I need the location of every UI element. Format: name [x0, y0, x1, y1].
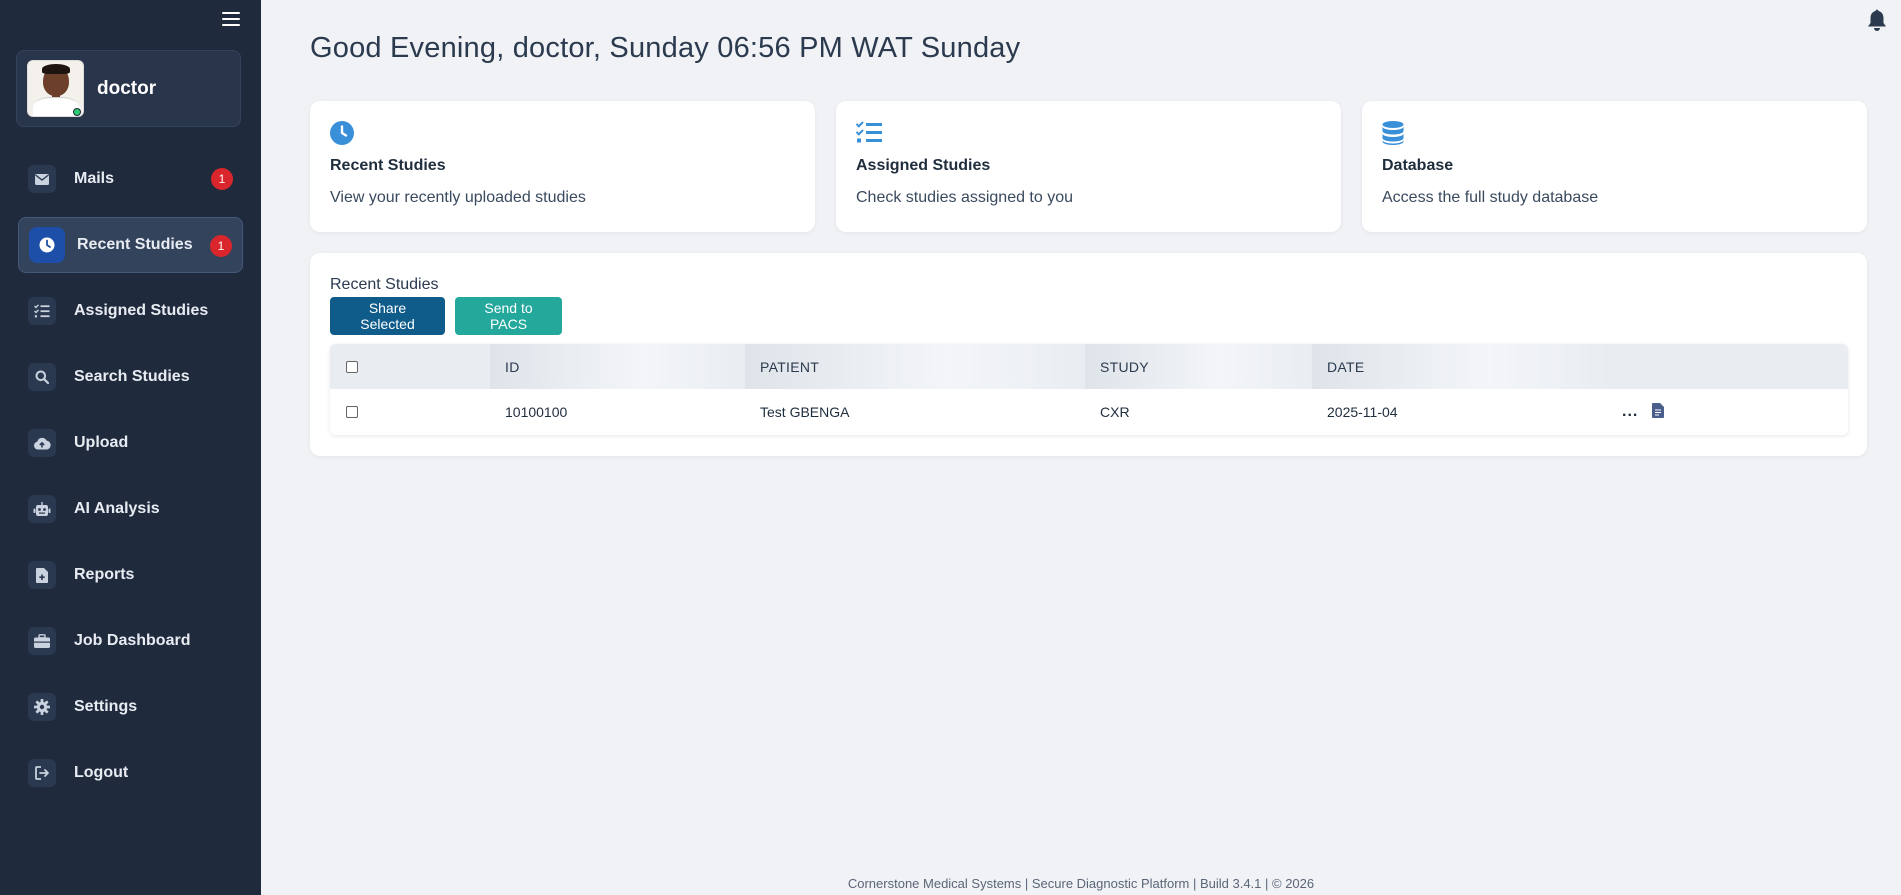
count-badge: 1 [210, 235, 232, 257]
footer: Cornerstone Medical Systems | Secure Dia… [847, 876, 1315, 891]
row-checkbox[interactable] [346, 406, 358, 418]
more-actions-button[interactable]: ... [1622, 403, 1638, 421]
file-plus-icon [28, 561, 56, 589]
share-selected-button[interactable]: Share Selected [330, 297, 445, 335]
card-title: Database [1382, 157, 1454, 174]
sidebar-item-label: Assigned Studies [74, 302, 209, 319]
panel-title: Recent Studies [330, 276, 439, 293]
sidebar-item-label: AI Analysis [74, 500, 160, 517]
header-actions [1607, 344, 1848, 389]
sidebar-item-mails[interactable]: Mails 1 [18, 151, 243, 207]
gear-icon [28, 693, 56, 721]
sidebar-nav: Mails 1 Recent Studies 1 Assigned Studie… [18, 151, 243, 811]
sidebar-item-label: Search Studies [74, 368, 190, 385]
sidebar-item-upload[interactable]: Upload [18, 415, 243, 471]
report-file-icon[interactable] [1652, 403, 1665, 421]
header-select-cell [330, 344, 490, 389]
online-status-indicator [73, 108, 81, 116]
studies-table: ID PATIENT STUDY DATE 10100100 Test GBEN… [330, 344, 1848, 435]
clock-icon [330, 121, 354, 145]
hamburger-menu-icon[interactable] [222, 10, 240, 28]
sidebar-item-reports[interactable]: Reports [18, 547, 243, 603]
cell-patient: Test GBENGA [760, 404, 850, 420]
database-icon [1382, 121, 1406, 145]
table-header: ID PATIENT STUDY DATE [330, 344, 1848, 389]
logout-icon [28, 759, 56, 787]
sidebar-item-ai-analysis[interactable]: AI Analysis [18, 481, 243, 537]
card-assigned-studies[interactable]: Assigned Studies Check studies assigned … [836, 101, 1341, 232]
sidebar-item-search-studies[interactable]: Search Studies [18, 349, 243, 405]
header-date[interactable]: DATE [1312, 344, 1607, 389]
bell-icon[interactable] [1866, 8, 1888, 32]
sidebar-item-label: Job Dashboard [74, 632, 191, 649]
card-title: Recent Studies [330, 157, 446, 174]
sidebar-item-label: Settings [74, 698, 138, 715]
sidebar-item-label: Reports [74, 566, 135, 583]
cloud-upload-icon [28, 429, 56, 457]
header-id[interactable]: ID [490, 344, 745, 389]
cell-actions: ... [1607, 389, 1848, 435]
header-study[interactable]: STUDY [1085, 344, 1312, 389]
row-select-cell [330, 389, 490, 435]
sidebar-item-logout[interactable]: Logout [18, 745, 243, 801]
recent-studies-panel: Recent Studies Share Selected Send to PA… [310, 253, 1867, 456]
card-database[interactable]: Database Access the full study database [1362, 101, 1867, 232]
search-icon [28, 363, 56, 391]
header-patient[interactable]: PATIENT [745, 344, 1085, 389]
sidebar-item-assigned-studies[interactable]: Assigned Studies [18, 283, 243, 339]
profile-name: doctor [97, 77, 157, 99]
send-to-pacs-button[interactable]: Send to PACS [455, 297, 562, 335]
card-description: Check studies assigned to you [856, 189, 1074, 206]
checklist-icon [28, 297, 56, 325]
cell-id: 10100100 [505, 404, 568, 420]
unread-badge: 1 [211, 168, 233, 190]
robot-icon [28, 495, 56, 523]
sidebar: doctor Mails 1 Recent Studies 1 Assigned… [0, 0, 261, 895]
envelope-icon [28, 165, 56, 193]
card-recent-studies[interactable]: Recent Studies View your recently upload… [310, 101, 815, 232]
checklist-icon [855, 121, 882, 145]
card-description: View your recently uploaded studies [330, 189, 586, 206]
sidebar-item-recent-studies[interactable]: Recent Studies 1 [18, 217, 243, 273]
card-description: Access the full study database [1382, 189, 1599, 206]
briefcase-icon [28, 627, 56, 655]
sidebar-item-label: Mails [74, 170, 115, 187]
page-greeting: Good Evening, doctor, Sunday 06:56 PM WA… [310, 32, 1021, 64]
card-title: Assigned Studies [856, 157, 991, 174]
clock-icon [29, 227, 65, 263]
cell-date: 2025-11-04 [1327, 404, 1398, 420]
cell-study: CXR [1100, 404, 1130, 420]
sidebar-item-label: Upload [74, 434, 129, 451]
sidebar-item-job-dashboard[interactable]: Job Dashboard [18, 613, 243, 669]
select-all-checkbox[interactable] [346, 360, 358, 373]
table-row[interactable]: 10100100 Test GBENGA CXR 2025-11-04 ... [330, 389, 1848, 435]
user-profile-card: doctor [16, 50, 241, 127]
sidebar-item-label: Recent Studies [77, 236, 193, 253]
sidebar-item-settings[interactable]: Settings [18, 679, 243, 735]
sidebar-item-label: Logout [74, 764, 129, 781]
